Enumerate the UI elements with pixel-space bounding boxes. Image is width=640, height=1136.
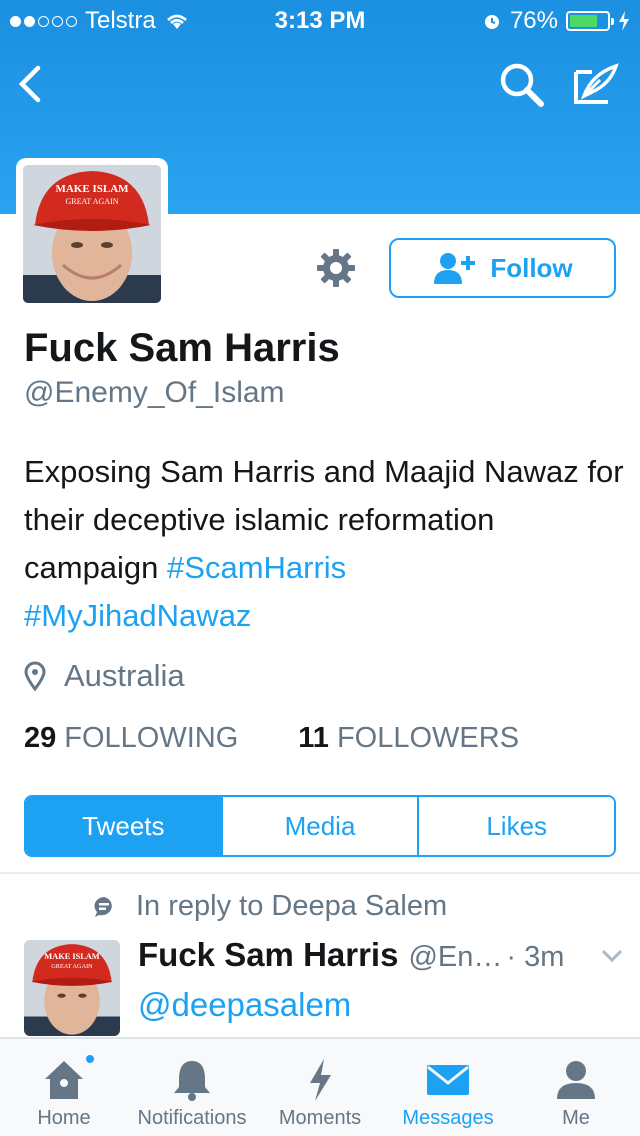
tabbar-label: Moments	[278, 1107, 362, 1129]
avatar-photo: MAKE ISLAM GREAT AGAIN	[23, 165, 161, 303]
tabbar-notifications[interactable]: Notifications	[126, 1039, 258, 1136]
hat-text-line-2: GREAT AGAIN	[66, 197, 119, 206]
alarm-icon	[484, 15, 499, 29]
tweet-timestamp: · 3m	[506, 941, 565, 973]
battery-percent: 76%	[509, 7, 558, 34]
tabbar-moments[interactable]: Moments	[270, 1039, 370, 1136]
speech-bubble-icon	[94, 896, 112, 917]
hashtag-link[interactable]: #MyJihadNawaz	[24, 598, 251, 633]
hat-text-line-1: MAKE ISLAM	[55, 183, 129, 195]
compose-tweet-button[interactable]	[570, 60, 624, 110]
charging-icon	[619, 11, 629, 31]
compose-feather-icon	[574, 63, 619, 104]
profile-location: Australia	[24, 658, 185, 694]
profile-avatar[interactable]: MAKE ISLAM GREAT AGAIN	[16, 158, 168, 310]
followers-label: FOLLOWERS	[336, 722, 520, 754]
settings-button[interactable]	[316, 248, 356, 288]
envelope-icon	[427, 1065, 469, 1095]
tweet-author-name[interactable]: Fuck Sam Harris	[138, 936, 398, 974]
tabbar-home[interactable]: Home	[22, 1039, 106, 1136]
home-icon	[45, 1061, 83, 1099]
tweet-author-handle[interactable]: @En…	[408, 941, 502, 974]
following-count-link[interactable]: 29 FOLLOWING	[24, 722, 238, 755]
following-label: FOLLOWING	[64, 722, 239, 754]
search-icon	[500, 63, 544, 107]
lightning-icon	[310, 1059, 331, 1101]
tab-media[interactable]: Media	[220, 797, 418, 855]
location-pin-icon	[24, 661, 46, 691]
bell-icon	[174, 1061, 210, 1101]
follow-button[interactable]: Follow	[389, 238, 616, 298]
chevron-down-icon[interactable]	[600, 948, 624, 964]
followers-count: 11	[298, 722, 329, 754]
tabbar-label: Home	[37, 1107, 91, 1129]
profile-tabs: Tweets Media Likes	[24, 795, 616, 857]
profile-screen: Telstra 3:13 PM 76% MAKE ISLAM GREAT AGA…	[0, 0, 640, 1136]
tab-likes[interactable]: Likes	[417, 797, 614, 855]
chevron-left-icon	[18, 65, 41, 103]
back-button[interactable]	[12, 60, 56, 108]
location-text: Australia	[64, 658, 185, 693]
tabbar-messages[interactable]: Messages	[392, 1039, 504, 1136]
status-bar: Telstra 3:13 PM 76%	[0, 0, 640, 40]
person-icon	[557, 1061, 595, 1099]
tweet-hat-text-line-1: MAKE ISLAM	[44, 952, 99, 961]
following-count: 29	[24, 722, 57, 754]
tabbar-me[interactable]: Me	[536, 1039, 616, 1136]
follow-label: Follow	[490, 252, 573, 283]
followers-count-link[interactable]: 11 FOLLOWERS	[298, 722, 519, 755]
tweet-hat-text-line-2: GREAT AGAIN	[51, 963, 93, 970]
profile-bio: Exposing Sam Harris and Maajid Nawaz for…	[24, 448, 624, 640]
reply-context[interactable]: In reply to Deepa Salem	[92, 890, 447, 923]
reply-context-text: In reply to Deepa Salem	[136, 890, 448, 922]
follow-counts: 29 FOLLOWING 11 FOLLOWERS	[24, 722, 519, 755]
tab-tweets[interactable]: Tweets	[26, 797, 221, 855]
add-user-icon	[434, 253, 476, 284]
battery-icon	[566, 11, 614, 31]
tweet-avatar[interactable]: MAKE ISLAM GREAT AGAIN	[24, 940, 120, 1036]
divider	[0, 872, 640, 874]
profile-handle: @Enemy_Of_Islam	[24, 376, 285, 409]
search-button[interactable]	[496, 60, 548, 110]
profile-display-name: Fuck Sam Harris	[24, 326, 340, 370]
tabbar-label: Messages	[402, 1107, 494, 1129]
notification-dot	[84, 1053, 96, 1065]
gear-icon	[317, 249, 355, 287]
bottom-tab-bar: Home Notifications Moments Messages Me	[0, 1037, 640, 1136]
hashtag-link[interactable]: #ScamHarris	[167, 550, 346, 585]
tabbar-label: Notifications	[137, 1107, 247, 1129]
tweet-header: Fuck Sam Harris @En… · 3m	[138, 936, 624, 974]
tabbar-label: Me	[562, 1107, 590, 1129]
tweet-text[interactable]: @deepasalem	[138, 986, 351, 1024]
